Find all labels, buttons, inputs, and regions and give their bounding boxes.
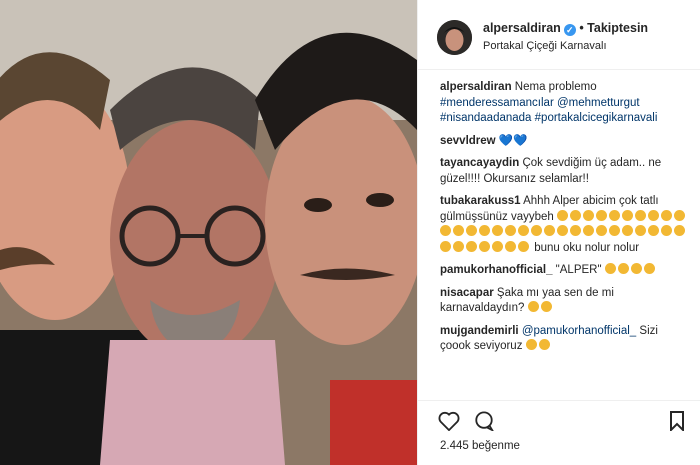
emoji-icon — [583, 225, 594, 236]
mention-link[interactable]: @pamukorhanofficial_ — [522, 325, 636, 337]
emoji-icon — [596, 209, 607, 221]
comment-text-tail: bunu oku nolur nolur — [534, 241, 640, 254]
hashtag-link[interactable]: #portakalcicegikarnavali — [535, 112, 658, 124]
comments-list: alpersaldiran Nema problemo #menderessam… — [440, 80, 690, 362]
list-item: mujgandemirli @pamukorhanofficial_ Sizi … — [440, 324, 690, 355]
emoji-icon — [440, 225, 451, 236]
emoji-icon — [479, 225, 490, 236]
post-panel: alpersaldiran ✓ • Takiptesin Portakal Çiç… — [417, 0, 700, 465]
emoji-icon — [518, 240, 529, 252]
emoji-icon — [557, 209, 568, 221]
header-username-row: alpersaldiran ✓ • Takiptesin — [483, 21, 648, 36]
emoji-icon — [505, 225, 516, 236]
likes-count[interactable]: 2.445 beğenme — [440, 440, 520, 452]
emoji-icon — [505, 240, 516, 252]
verified-icon: ✓ — [563, 24, 576, 36]
list-item: pamukorhanofficial_ "ALPER" — [440, 263, 690, 279]
emoji-icon — [635, 225, 646, 236]
speech-bubble-icon[interactable] — [473, 411, 495, 436]
blue-heart-emoji: 💙💙 — [498, 134, 528, 147]
avatar[interactable] — [437, 20, 472, 55]
emoji-icon — [604, 263, 616, 274]
emoji-icon — [518, 225, 529, 236]
emoji-icon — [466, 225, 477, 236]
emoji-icon — [544, 225, 555, 236]
post-photo[interactable] — [0, 0, 417, 465]
emoji-icon — [538, 339, 550, 350]
emoji-group — [525, 339, 552, 352]
emoji-icon — [674, 209, 685, 221]
emoji-icon — [492, 225, 503, 236]
list-item: sevvldrew 💙💙 — [440, 134, 690, 150]
hashtag-link[interactable]: #menderessamancılar — [440, 97, 554, 109]
list-item: tubakarakuss1 Ahhh Alper abicim çok tatl… — [440, 194, 690, 256]
emoji-icon — [466, 240, 477, 252]
emoji-icon — [492, 240, 503, 252]
avatar-image — [437, 20, 472, 55]
emoji-icon — [557, 225, 568, 236]
emoji-icon — [635, 209, 646, 221]
emoji-group — [527, 301, 554, 314]
emoji-icon — [648, 225, 659, 236]
emoji-icon — [525, 339, 537, 350]
comment-username[interactable]: sevvldrew — [440, 135, 496, 147]
emoji-icon — [674, 225, 685, 236]
list-item: nisacapar Şaka mı yaa sen de mi karnaval… — [440, 286, 690, 317]
emoji-icon — [661, 225, 672, 236]
emoji-group — [604, 263, 657, 276]
selfie-image — [0, 0, 417, 465]
comment-username[interactable]: tubakarakuss1 — [440, 195, 521, 207]
mention-link[interactable]: @mehmetturgut — [557, 97, 640, 109]
emoji-icon — [596, 225, 607, 236]
emoji-icon — [609, 209, 620, 221]
emoji-icon — [643, 263, 655, 274]
emoji-icon — [617, 263, 629, 274]
emoji-icon — [453, 225, 464, 236]
location-link[interactable]: Portakal Çiçeği Karnavalı — [483, 40, 607, 52]
emoji-icon — [453, 240, 464, 252]
emoji-icon — [661, 209, 672, 221]
emoji-icon — [440, 240, 451, 252]
emoji-icon — [630, 263, 642, 274]
action-bar — [418, 400, 700, 439]
bookmark-icon[interactable] — [669, 411, 685, 436]
comment-username[interactable]: mujgandemirli — [440, 325, 519, 337]
emoji-icon — [583, 209, 594, 221]
emoji-icon — [622, 225, 633, 236]
comment-text: Nema problemo — [514, 81, 597, 93]
header-username[interactable]: alpersaldiran — [483, 21, 561, 35]
comment-username[interactable]: pamukorhanofficial_ — [440, 264, 552, 276]
dot-separator: • — [579, 21, 588, 35]
list-item: tayancayaydin Çok sevdiğim üç adam.. ne … — [440, 156, 690, 187]
comment-text: "ALPER" — [555, 264, 602, 276]
emoji-icon — [570, 209, 581, 221]
emoji-icon — [527, 301, 539, 312]
comment-username[interactable]: tayancayaydin — [440, 157, 519, 169]
caption-comment: alpersaldiran Nema problemo #menderessam… — [440, 80, 690, 127]
post-header: alpersaldiran ✓ • Takiptesin Portakal Çiç… — [418, 0, 700, 70]
emoji-icon — [479, 240, 490, 252]
emoji-icon — [648, 209, 659, 221]
heart-outline-icon[interactable] — [438, 411, 460, 436]
emoji-icon — [531, 225, 542, 236]
emoji-icon — [540, 301, 552, 312]
emoji-icon — [622, 209, 633, 221]
emoji-icon — [609, 225, 620, 236]
comment-username[interactable]: nisacapar — [440, 287, 494, 299]
follow-status[interactable]: Takiptesin — [587, 21, 648, 35]
hashtag-link[interactable]: #nisandaadanada — [440, 112, 531, 124]
emoji-icon — [570, 225, 581, 236]
comment-username[interactable]: alpersaldiran — [440, 81, 512, 93]
